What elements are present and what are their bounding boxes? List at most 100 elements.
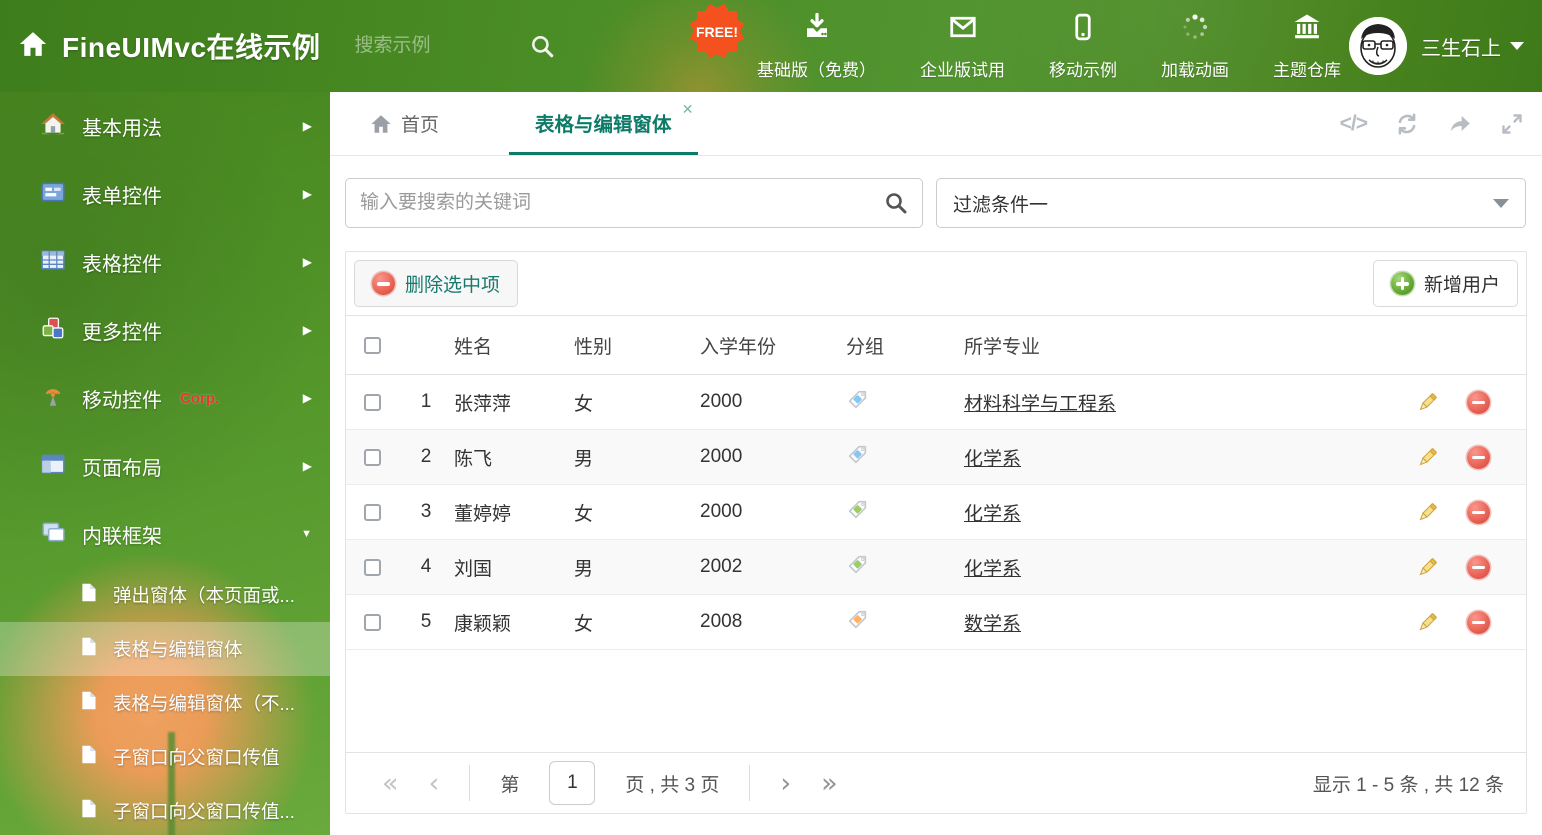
- filter-dropdown[interactable]: 过滤条件一: [936, 178, 1526, 228]
- tag-icon: [846, 553, 964, 582]
- sidebar-subitem-child-to-parent-2[interactable]: 子窗口向父窗口传值...: [0, 784, 330, 835]
- file-icon: [78, 636, 99, 662]
- delete-row-icon[interactable]: [1466, 500, 1490, 524]
- delete-selected-button[interactable]: 删除选中项: [354, 260, 519, 307]
- edit-pencil-icon[interactable]: [1416, 501, 1439, 524]
- search-icon[interactable]: [884, 191, 908, 215]
- edit-pencil-icon[interactable]: [1416, 556, 1439, 579]
- sidebar-item-label: 内联框架: [82, 525, 162, 548]
- sidebar-item-label: 页面布局: [82, 457, 162, 480]
- delete-selected-label: 删除选中项: [405, 275, 501, 296]
- table-row: 1 张萍萍 女 2000 材料科学与工程系: [346, 375, 1526, 430]
- sidebar-item-form-controls[interactable]: 表单控件 ▶: [0, 160, 330, 228]
- edit-pencil-icon[interactable]: [1416, 391, 1439, 414]
- major-link[interactable]: 数学系: [964, 614, 1021, 635]
- cell-gender: 女: [574, 503, 594, 525]
- cell-year: 2000: [700, 501, 743, 522]
- page-prefix-label: 第: [500, 774, 520, 796]
- home-icon: [18, 29, 48, 64]
- select-all-checkbox[interactable]: [363, 336, 381, 354]
- col-header-name[interactable]: 姓名: [454, 332, 574, 359]
- nav-item-mobile-demo[interactable]: 移动示例: [1027, 12, 1139, 81]
- chevron-right-icon: ▶: [302, 255, 312, 269]
- nav-item-enterprise-trial[interactable]: 企业版试用: [898, 12, 1027, 81]
- tab-grid-edit-window[interactable]: 表格与编辑窗体 ✕: [509, 92, 698, 155]
- next-page-button[interactable]: ›: [780, 770, 791, 797]
- sidebar-item-label: 表单控件: [82, 185, 162, 208]
- tag-icon: [846, 608, 964, 637]
- add-user-button[interactable]: 新增用户: [1372, 260, 1518, 307]
- row-checkbox[interactable]: [363, 558, 381, 576]
- cell-gender: 女: [574, 393, 594, 415]
- sidebar-item-page-layout[interactable]: 页面布局 ▶: [0, 432, 330, 500]
- major-link[interactable]: 化学系: [964, 559, 1021, 580]
- sidebar-subitem-child-to-parent[interactable]: 子窗口向父窗口传值: [0, 730, 330, 784]
- sidebar-item-iframe[interactable]: 内联框架 ▼: [0, 500, 330, 568]
- sidebar-subitem-label: 表格与编辑窗体: [113, 639, 243, 660]
- header-nav: 基础版（免费） 企业版试用 移动示例 加载动画 主题仓库: [735, 0, 1363, 92]
- sidebar-subitem-grid-edit-window[interactable]: 表格与编辑窗体: [0, 622, 330, 676]
- nav-item-label: 基础版（免费）: [757, 60, 876, 80]
- cell-name: 陈飞: [454, 448, 493, 470]
- refresh-icon[interactable]: [1394, 111, 1420, 137]
- tag-icon: [846, 498, 964, 527]
- row-checkbox[interactable]: [363, 393, 381, 411]
- edit-pencil-icon[interactable]: [1416, 446, 1439, 469]
- file-icon: [78, 798, 99, 824]
- major-link[interactable]: 化学系: [964, 449, 1021, 470]
- col-header-gender[interactable]: 性别: [574, 332, 700, 359]
- view-source-icon[interactable]: </>: [1340, 112, 1368, 136]
- tab-home[interactable]: 首页: [360, 92, 449, 155]
- share-icon[interactable]: [1447, 111, 1473, 137]
- edit-pencil-icon[interactable]: [1416, 611, 1439, 634]
- sidebar-item-more-controls[interactable]: 更多控件 ▶: [0, 296, 330, 364]
- page-suffix-label: 页 , 共 3 页: [625, 774, 720, 796]
- search-icon[interactable]: [529, 33, 555, 59]
- user-menu[interactable]: 三生石上: [1421, 32, 1524, 61]
- brand[interactable]: FineUIMvc在线示例: [0, 26, 321, 66]
- delete-row-icon[interactable]: [1466, 445, 1490, 469]
- close-icon[interactable]: ✕: [682, 101, 694, 118]
- col-header-year[interactable]: 入学年份: [700, 332, 846, 359]
- sidebar-item-label: 表格控件: [82, 253, 162, 276]
- major-link[interactable]: 化学系: [964, 504, 1021, 525]
- nav-item-loading-animation[interactable]: 加载动画: [1139, 12, 1251, 81]
- nav-item-label: 移动示例: [1049, 60, 1117, 80]
- antenna-icon: [40, 383, 66, 414]
- page-number-input[interactable]: [549, 761, 596, 805]
- keyword-search-input[interactable]: [346, 192, 884, 214]
- col-header-major[interactable]: 所学专业: [964, 332, 1404, 359]
- first-page-button[interactable]: «: [382, 770, 399, 797]
- header-search-input[interactable]: [354, 35, 505, 57]
- major-link[interactable]: 材料科学与工程系: [964, 394, 1116, 415]
- grid-icon: [40, 247, 66, 278]
- row-checkbox[interactable]: [363, 448, 381, 466]
- last-page-button[interactable]: »: [821, 770, 838, 797]
- sidebar-subitem-label: 子窗口向父窗口传值...: [113, 801, 295, 822]
- chevron-down-icon: [1510, 42, 1524, 50]
- expand-icon[interactable]: [1500, 112, 1524, 136]
- col-header-group[interactable]: 分组: [846, 332, 964, 359]
- sidebar-subitem-popup-window[interactable]: 弹出窗体（本页面或...: [0, 568, 330, 622]
- cell-name: 董婷婷: [454, 503, 512, 525]
- sidebar-subitem-label: 子窗口向父窗口传值: [113, 747, 280, 768]
- prev-page-button[interactable]: ‹: [429, 770, 440, 797]
- avatar[interactable]: [1349, 17, 1407, 75]
- delete-row-icon[interactable]: [1466, 390, 1490, 414]
- keyword-search-box: [345, 178, 923, 228]
- sidebar-subitem-label: 弹出窗体（本页面或...: [113, 585, 295, 606]
- chevron-right-icon: ▶: [302, 187, 312, 201]
- row-checkbox[interactable]: [363, 613, 381, 631]
- nav-item-theme-repo[interactable]: 主题仓库: [1251, 12, 1363, 81]
- app-header: FineUIMvc在线示例 FREE! 基础版（免费）: [0, 0, 1542, 92]
- row-number: 4: [420, 556, 432, 577]
- nav-item-basic-edition[interactable]: 基础版（免费）: [735, 12, 898, 81]
- sidebar-item-mobile-controls[interactable]: 移动控件 Corp. ▶: [0, 364, 330, 432]
- row-checkbox[interactable]: [363, 503, 381, 521]
- sidebar-subitem-grid-edit-window-2[interactable]: 表格与编辑窗体（不...: [0, 676, 330, 730]
- sidebar-item-grid-controls[interactable]: 表格控件 ▶: [0, 228, 330, 296]
- delete-row-icon[interactable]: [1466, 610, 1490, 634]
- sidebar-item-basic-usage[interactable]: 基本用法 ▶: [0, 92, 330, 160]
- free-badge-label: FREE!: [696, 24, 738, 40]
- delete-row-icon[interactable]: [1466, 555, 1490, 579]
